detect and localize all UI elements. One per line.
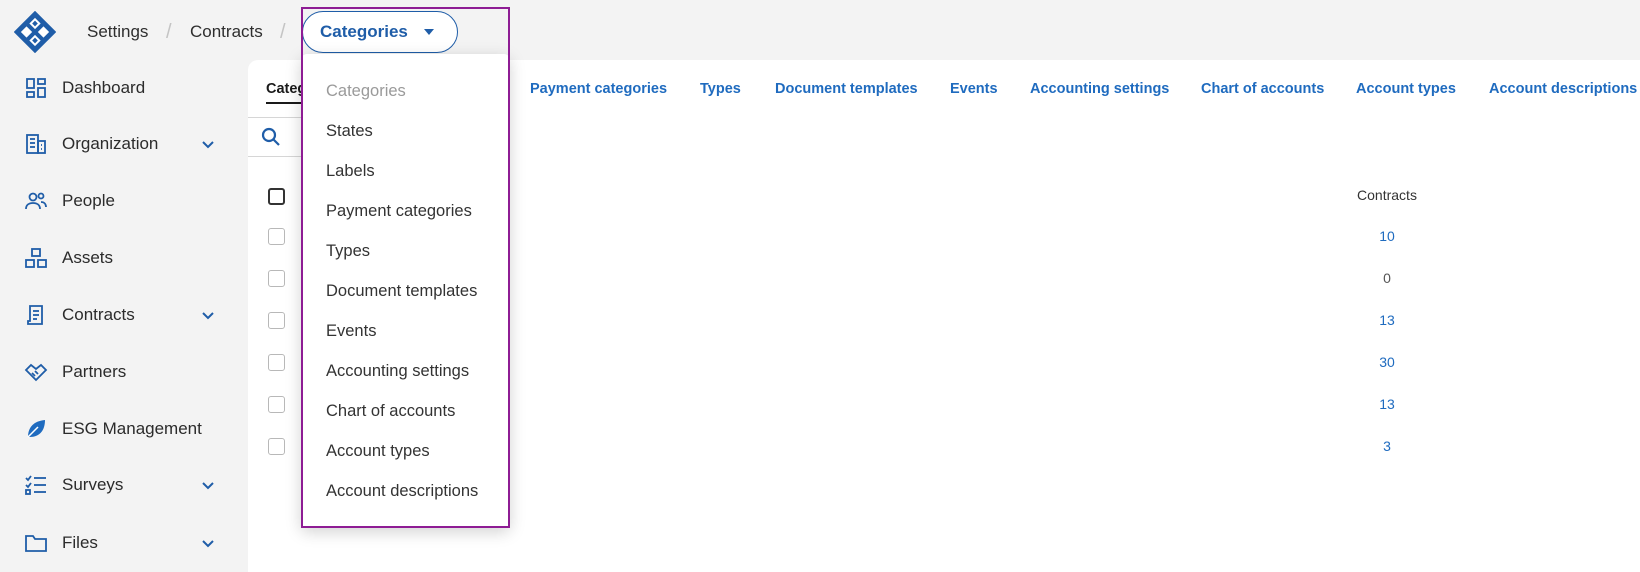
tab-payment-categories[interactable]: Payment categories <box>530 74 667 104</box>
menu-item-account-types[interactable]: Account types <box>326 436 430 466</box>
sidebar-item-files[interactable]: Files <box>0 523 248 563</box>
menu-item-categories: Categories <box>326 82 406 100</box>
select-all-checkbox[interactable] <box>268 188 285 205</box>
sidebar-item-label: ESG Management <box>62 419 202 438</box>
active-tab-indicator <box>266 102 306 104</box>
breadcrumb-settings[interactable]: Settings <box>87 0 148 64</box>
tab-account-types[interactable]: Account types <box>1356 74 1456 104</box>
chevron-down-icon[interactable] <box>200 307 216 323</box>
building-icon <box>26 134 46 154</box>
breadcrumb-separator: / <box>166 21 172 43</box>
tab-types[interactable]: Types <box>700 74 741 104</box>
sidebar-item-contracts[interactable]: Contracts <box>0 295 248 335</box>
sidebar-item-assets[interactable]: Assets <box>0 238 248 278</box>
leaf-icon <box>27 420 45 438</box>
sidebar-item-label: Contracts <box>62 305 135 324</box>
menu-item-events[interactable]: Events <box>326 316 376 346</box>
contracts-count-link[interactable]: 10 <box>1337 228 1437 244</box>
chevron-down-icon[interactable] <box>200 477 216 493</box>
tab-account-descriptions[interactable]: Account descriptions <box>1489 74 1637 104</box>
menu-item-states[interactable]: States <box>326 116 373 146</box>
menu-item-types[interactable]: Types <box>326 236 370 266</box>
sidebar-item-surveys[interactable]: Surveys <box>0 465 248 505</box>
breadcrumb-dropdown-menu: Categories States Labels Payment categor… <box>301 54 510 528</box>
search-input[interactable] <box>248 117 308 157</box>
row-checkbox[interactable] <box>268 438 285 455</box>
menu-item-document-templates[interactable]: Document templates <box>326 276 477 306</box>
contracts-count-link[interactable]: 3 <box>1337 438 1437 454</box>
app-logo[interactable] <box>14 11 56 53</box>
top-bar: Settings / Contracts / Categories <box>0 0 1640 60</box>
contracts-count-link[interactable]: 30 <box>1337 354 1437 370</box>
sidebar-item-label: Organization <box>62 134 159 153</box>
row-checkbox[interactable] <box>268 354 285 371</box>
row-checkbox[interactable] <box>268 396 285 413</box>
handshake-icon <box>24 363 48 382</box>
sidebar-item-organization[interactable]: Organization <box>0 124 248 164</box>
breadcrumb-separator: / <box>280 21 286 43</box>
sidebar-item-label: Assets <box>62 248 114 267</box>
menu-item-account-descriptions[interactable]: Account descriptions <box>326 476 478 506</box>
sidebar-item-people[interactable]: People <box>0 181 248 221</box>
contracts-count-link[interactable]: 13 <box>1337 396 1437 412</box>
column-header-contracts[interactable]: Contracts <box>1337 187 1437 203</box>
caret-down-icon <box>423 29 434 35</box>
people-icon <box>25 192 47 210</box>
breadcrumb-current-label: Categories <box>320 22 408 41</box>
contracts-count: 0 <box>1383 270 1391 286</box>
breadcrumb-contracts[interactable]: Contracts <box>190 0 263 64</box>
menu-item-accounting-settings[interactable]: Accounting settings <box>326 356 469 386</box>
tab-accounting-settings[interactable]: Accounting settings <box>1030 74 1169 104</box>
sidebar: Dashboard Organization People Assets Con… <box>0 60 248 572</box>
sidebar-item-label: Partners <box>62 362 127 381</box>
sidebar-item-label: Dashboard <box>62 78 146 97</box>
chevron-down-icon[interactable] <box>200 136 216 152</box>
menu-item-chart-of-accounts[interactable]: Chart of accounts <box>326 396 455 426</box>
dashboard-icon <box>26 78 46 98</box>
menu-item-payment-categories[interactable]: Payment categories <box>326 196 472 226</box>
tab-document-templates[interactable]: Document templates <box>775 74 918 104</box>
contract-icon <box>27 305 43 325</box>
assets-icon <box>25 248 47 268</box>
sidebar-item-dashboard[interactable]: Dashboard <box>0 68 248 108</box>
sidebar-item-label: Files <box>62 533 98 552</box>
row-checkbox[interactable] <box>268 228 285 245</box>
row-checkbox[interactable] <box>268 270 285 287</box>
breadcrumb-dropdown-button[interactable]: Categories <box>302 11 458 53</box>
sidebar-item-partners[interactable]: Partners <box>0 352 248 392</box>
sidebar-item-esg-management[interactable]: ESG Management <box>0 409 248 449</box>
folder-icon <box>25 535 47 552</box>
row-checkbox[interactable] <box>268 312 285 329</box>
checklist-icon <box>25 475 46 495</box>
menu-item-labels[interactable]: Labels <box>326 156 375 186</box>
tab-events[interactable]: Events <box>950 74 998 104</box>
tab-chart-of-accounts[interactable]: Chart of accounts <box>1201 74 1324 104</box>
search-icon <box>261 127 280 146</box>
contracts-count-link[interactable]: 13 <box>1337 312 1437 328</box>
chevron-down-icon[interactable] <box>200 535 216 551</box>
sidebar-item-label: People <box>62 191 115 210</box>
sidebar-item-label: Surveys <box>62 475 124 494</box>
